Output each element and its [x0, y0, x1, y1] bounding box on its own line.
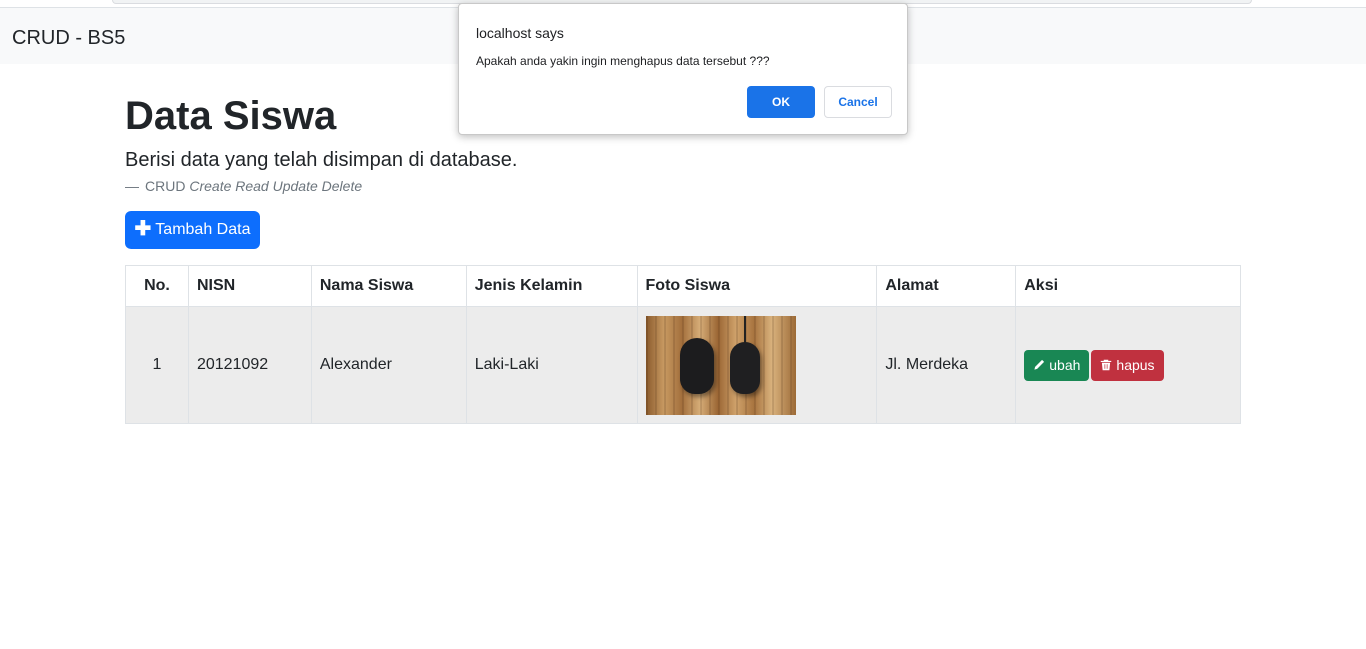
cell-aksi: ubah hapus: [1015, 306, 1241, 424]
header-jenis-kelamin: Jenis Kelamin: [465, 265, 638, 307]
cell-no: 1: [125, 306, 189, 424]
navbar-brand[interactable]: CRUD - BS5: [12, 26, 125, 50]
dialog-message: Apakah anda yakin ingin menghapus data t…: [476, 54, 770, 68]
table-row: 1 20121092 Alexander Laki-Laki Jl. Merde…: [125, 306, 1241, 424]
ok-button[interactable]: OK: [747, 86, 815, 118]
add-data-label: Tambah Data: [155, 221, 251, 238]
quote-source: CRUD: [145, 178, 186, 194]
quote-dash: —: [125, 178, 139, 194]
table-header-row: No. NISN Nama Siswa Jenis Kelamin Foto S…: [125, 265, 1241, 307]
table-head: No. NISN Nama Siswa Jenis Kelamin Foto S…: [125, 265, 1241, 307]
page-lead: Berisi data yang telah disimpan di datab…: [125, 149, 518, 171]
mouse-left: [679, 337, 714, 394]
student-table: No. NISN Nama Siswa Jenis Kelamin Foto S…: [125, 265, 1241, 424]
cell-alamat: Jl. Merdeka: [876, 306, 1017, 424]
delete-label: hapus: [1116, 357, 1155, 373]
header-foto-siswa: Foto Siswa: [636, 265, 878, 307]
blockquote-footer: — CRUD Create Read Update Delete: [125, 177, 362, 195]
edit-label: ubah: [1049, 357, 1081, 373]
header-aksi: Aksi: [1015, 265, 1241, 307]
quote-cite: Create Read Update Delete: [189, 178, 363, 194]
cell-nisn: 20121092: [187, 306, 312, 424]
cell-jenis-kelamin: Laki-Laki: [465, 306, 638, 424]
header-alamat: Alamat: [876, 265, 1017, 307]
edit-button[interactable]: ubah: [1024, 349, 1090, 381]
mouse-right: [729, 341, 760, 394]
cancel-button[interactable]: Cancel: [824, 86, 892, 118]
mouse-cable: [743, 315, 746, 344]
table-body: 1 20121092 Alexander Laki-Laki Jl. Merde…: [125, 306, 1241, 424]
student-photo: [645, 315, 796, 415]
header-nisn: NISN: [187, 265, 312, 307]
cell-nama: Alexander: [310, 306, 467, 424]
page-title: Data Siswa: [125, 94, 337, 138]
header-no: No.: [125, 265, 189, 307]
header-nama-siswa: Nama Siswa: [310, 265, 467, 307]
add-data-button[interactable]: ✚ Tambah Data: [125, 211, 260, 249]
confirm-dialog: localhost says Apakah anda yakin ingin m…: [458, 3, 908, 135]
wood-texture: [645, 315, 796, 415]
delete-button[interactable]: hapus: [1091, 349, 1164, 381]
dialog-title: localhost says: [476, 25, 564, 41]
trash-icon: [1101, 359, 1112, 371]
plus-icon: ✚: [134, 218, 152, 240]
cell-foto: [636, 306, 878, 424]
pencil-icon: [1034, 359, 1045, 370]
